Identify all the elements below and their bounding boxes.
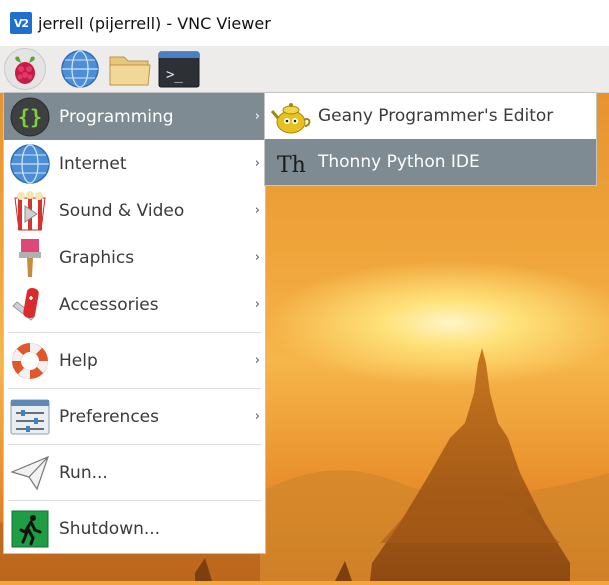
taskbar: >_ <box>0 46 609 93</box>
menu-item-label: Sound & Video <box>59 200 185 221</box>
raspberry-menu-icon[interactable] <box>4 48 46 90</box>
menu-item-label: Shutdown... <box>59 518 161 539</box>
paper-plane-icon <box>9 452 51 494</box>
popcorn-icon <box>9 190 51 232</box>
submenu-item-label: Thonny Python IDE <box>318 152 480 172</box>
menu-item-graphics[interactable]: Graphics › <box>4 234 265 281</box>
terminal-glyph: >_ <box>166 67 183 83</box>
submenu-arrow-icon: › <box>254 155 260 171</box>
window-title: jerrell (pijerrell) - VNC Viewer <box>38 13 271 33</box>
menu-item-label: Preferences <box>59 406 159 427</box>
programming-braces-icon: {} <box>9 96 51 138</box>
menu-item-label: Graphics <box>59 247 135 268</box>
thonny-th-icon: Th <box>271 142 311 182</box>
submenu-arrow-icon: › <box>254 249 260 265</box>
sliders-icon <box>9 396 51 438</box>
menu-item-sound-video[interactable]: Sound & Video › <box>4 187 265 234</box>
menu-separator <box>8 332 261 333</box>
menu-item-label: Run... <box>59 462 108 483</box>
menu-item-label: Internet <box>59 153 127 174</box>
globe-icon <box>9 143 51 185</box>
menu-separator <box>8 444 261 445</box>
submenu-item-thonny[interactable]: Th Thonny Python IDE <box>265 139 596 185</box>
menu-item-run[interactable]: Run... <box>4 449 265 496</box>
submenu-arrow-icon: › <box>254 108 260 124</box>
lifebuoy-icon <box>9 340 51 382</box>
menu-separator <box>8 500 261 501</box>
menu-item-label: Accessories <box>59 294 159 315</box>
geany-teapot-icon <box>270 96 311 136</box>
vnc-viewer-logo-icon: V2 <box>10 12 32 34</box>
exit-running-man-icon <box>9 508 51 550</box>
submenu-arrow-icon: › <box>254 202 260 218</box>
menu-item-label: Programming <box>59 106 174 127</box>
terminal-icon[interactable]: >_ <box>158 49 200 89</box>
svg-text:{}: {} <box>18 105 42 129</box>
programming-submenu: Geany Programmer's Editor Th Thonny Pyth… <box>264 92 597 186</box>
menu-item-accessories[interactable]: Accessories › <box>4 281 265 328</box>
pocket-knife-icon <box>9 284 51 326</box>
submenu-item-label: Geany Programmer's Editor <box>318 106 554 126</box>
application-menu: {} Programming › Internet › Sound & Vide… <box>3 92 266 554</box>
menu-item-preferences[interactable]: Preferences › <box>4 393 265 440</box>
file-manager-icon[interactable] <box>108 49 151 89</box>
submenu-arrow-icon: › <box>254 352 260 368</box>
submenu-item-geany[interactable]: Geany Programmer's Editor <box>265 93 596 139</box>
thonny-th-glyph: Th <box>277 153 306 178</box>
menu-item-internet[interactable]: Internet › <box>4 140 265 187</box>
submenu-arrow-icon: › <box>254 408 260 424</box>
paintbrush-icon <box>9 237 51 279</box>
submenu-arrow-icon: › <box>254 296 260 312</box>
web-browser-icon[interactable] <box>60 49 100 89</box>
menu-separator <box>8 388 261 389</box>
title-bar: V2 jerrell (pijerrell) - VNC Viewer <box>0 0 609 46</box>
menu-item-shutdown[interactable]: Shutdown... <box>4 505 265 552</box>
menu-item-label: Help <box>59 350 98 371</box>
menu-item-help[interactable]: Help › <box>4 337 265 384</box>
menu-item-programming[interactable]: {} Programming › <box>4 93 265 140</box>
